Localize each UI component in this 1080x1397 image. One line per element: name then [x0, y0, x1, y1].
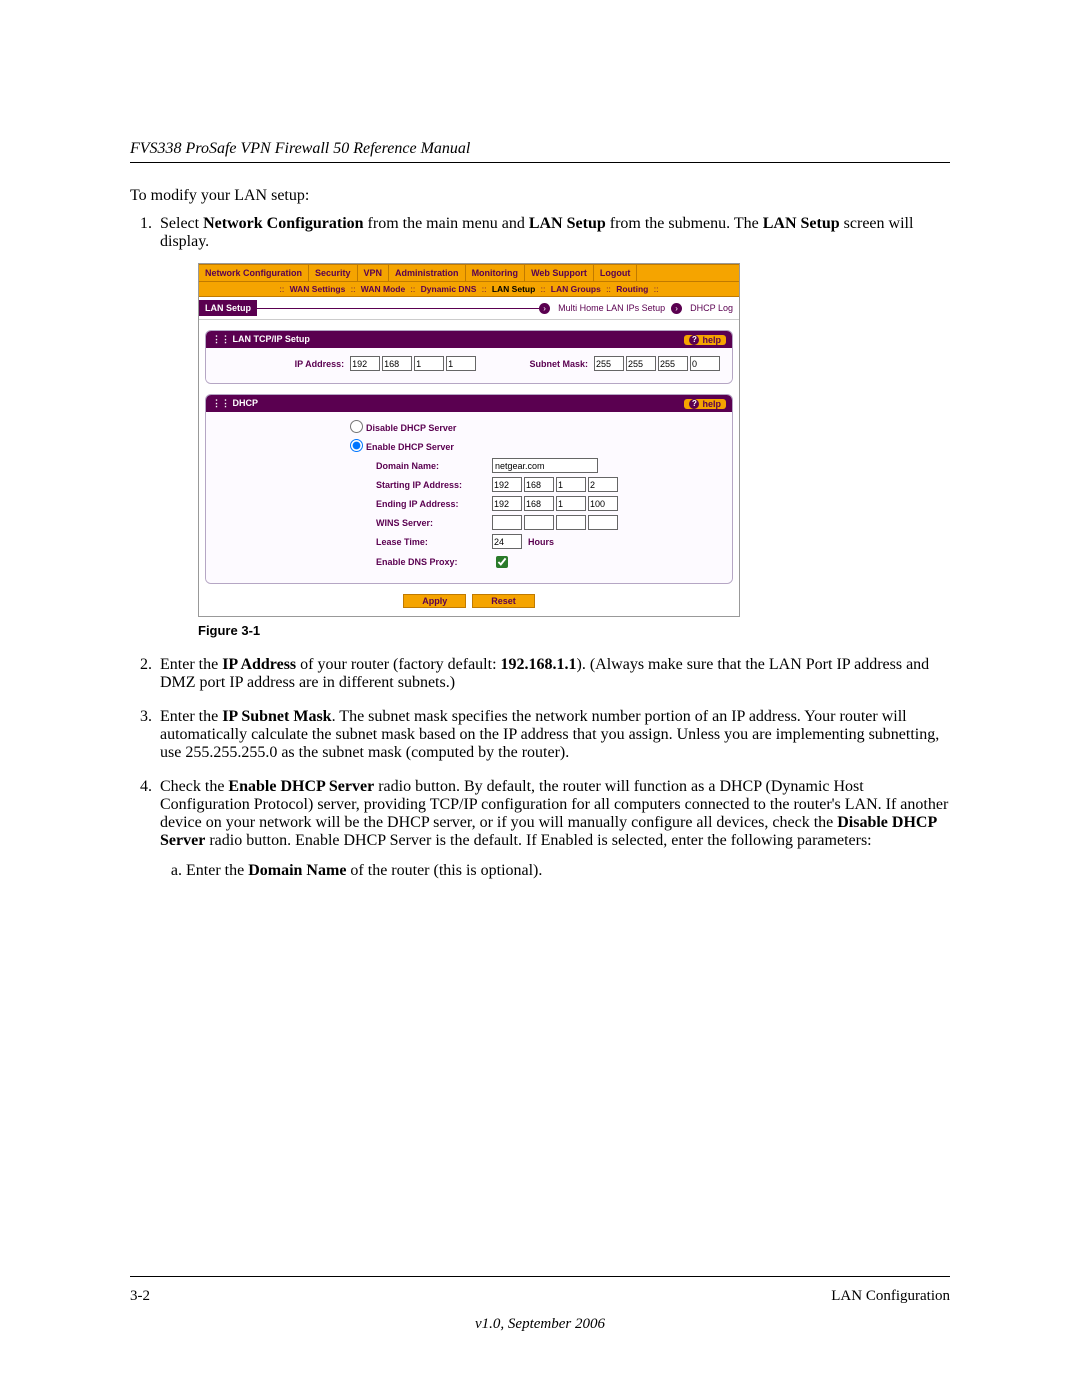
label-ip-address: IP Address:	[216, 359, 350, 369]
label-lease-time: Lease Time:	[376, 537, 492, 547]
submenu-lan-setup[interactable]: LAN Setup	[492, 284, 535, 294]
start-ip-4[interactable]	[588, 477, 618, 492]
input-lease-time[interactable]	[492, 534, 522, 549]
sub-menu: :: WAN Settings :: WAN Mode :: Dynamic D…	[199, 282, 739, 297]
label-wins: WINS Server:	[376, 518, 492, 528]
document-page: FVS338 ProSafe VPN Firewall 50 Reference…	[0, 0, 1080, 1397]
wins-3[interactable]	[556, 515, 586, 530]
start-ip-3[interactable]	[556, 477, 586, 492]
ip-octet-2[interactable]	[382, 356, 412, 371]
apply-button[interactable]: Apply	[403, 594, 466, 608]
submenu-routing[interactable]: Routing	[616, 284, 648, 294]
section-title: LAN Configuration	[831, 1288, 950, 1305]
panel-title: ⋮⋮ DHCP	[212, 398, 258, 409]
page-number: 3-2	[130, 1288, 150, 1305]
button-bar: Apply Reset	[205, 594, 733, 608]
ip-octet-1[interactable]	[350, 356, 380, 371]
toolbar: LAN Setup › Multi Home LAN IPs Setup › D…	[199, 297, 739, 320]
ip-octet-3[interactable]	[414, 356, 444, 371]
label-hours: Hours	[524, 537, 560, 547]
end-ip-1[interactable]	[492, 496, 522, 511]
mask-octet-3[interactable]	[658, 356, 688, 371]
start-ip-1[interactable]	[492, 477, 522, 492]
substep-list: Enter the Domain Name of the router (thi…	[160, 862, 950, 880]
step-4: Check the Enable DHCP Server radio butto…	[156, 778, 950, 880]
mainmenu-vpn[interactable]: VPN	[358, 265, 390, 281]
footer-version: v1.0, September 2006	[0, 1316, 1080, 1333]
arrow-icon: ›	[671, 303, 682, 314]
radio-disable-dhcp[interactable]	[350, 420, 363, 433]
radio-enable-dhcp[interactable]	[350, 439, 363, 452]
mask-octet-4[interactable]	[690, 356, 720, 371]
end-ip-2[interactable]	[524, 496, 554, 511]
figure-caption: Figure 3-1	[198, 623, 950, 638]
submenu-wan-settings[interactable]: WAN Settings	[290, 284, 346, 294]
help-button[interactable]: ?help	[684, 399, 726, 409]
mainmenu-security[interactable]: Security	[309, 265, 358, 281]
label-domain-name: Domain Name:	[376, 461, 492, 471]
mainmenu-logout[interactable]: Logout	[594, 265, 638, 281]
input-domain-name[interactable]	[492, 458, 598, 473]
panel-dhcp: ⋮⋮ DHCP ?help Disable DHCP Server Enable…	[205, 394, 733, 584]
main-menu: Network Configuration Security VPN Admin…	[199, 264, 739, 282]
link-dhcp-log[interactable]: DHCP Log	[690, 303, 733, 313]
mainmenu-monitoring[interactable]: Monitoring	[466, 265, 526, 281]
label-subnet-mask: Subnet Mask:	[478, 359, 594, 369]
wins-1[interactable]	[492, 515, 522, 530]
label-starting-ip: Starting IP Address:	[376, 480, 492, 490]
help-button[interactable]: ?help	[684, 335, 726, 345]
step-3: Enter the IP Subnet Mask. The subnet mas…	[156, 708, 950, 762]
mainmenu-administration[interactable]: Administration	[389, 265, 466, 281]
intro-text: To modify your LAN setup:	[130, 187, 950, 205]
lan-setup-screenshot: Network Configuration Security VPN Admin…	[198, 263, 740, 617]
header-rule	[130, 162, 950, 163]
submenu-dynamic-dns[interactable]: Dynamic DNS	[421, 284, 477, 294]
end-ip-3[interactable]	[556, 496, 586, 511]
arrow-icon: ›	[539, 303, 550, 314]
submenu-wan-mode[interactable]: WAN Mode	[361, 284, 405, 294]
footer: 3-2 LAN Configuration	[130, 1288, 950, 1305]
substep-a: Enter the Domain Name of the router (thi…	[186, 862, 950, 880]
submenu-lan-groups[interactable]: LAN Groups	[551, 284, 601, 294]
wins-4[interactable]	[588, 515, 618, 530]
page-tab-lan-setup: LAN Setup	[199, 300, 257, 316]
running-header: FVS338 ProSafe VPN Firewall 50 Reference…	[130, 140, 950, 158]
reset-button[interactable]: Reset	[472, 594, 535, 608]
link-multi-home-lan-ips[interactable]: Multi Home LAN IPs Setup	[558, 303, 665, 313]
wins-2[interactable]	[524, 515, 554, 530]
label-dns-proxy: Enable DNS Proxy:	[376, 557, 492, 567]
mainmenu-network-configuration[interactable]: Network Configuration	[199, 265, 309, 281]
instruction-list: Select Network Configuration from the ma…	[130, 215, 950, 880]
mask-octet-1[interactable]	[594, 356, 624, 371]
end-ip-4[interactable]	[588, 496, 618, 511]
mainmenu-web-support[interactable]: Web Support	[525, 265, 594, 281]
label-ending-ip: Ending IP Address:	[376, 499, 492, 509]
checkbox-dns-proxy[interactable]	[496, 556, 508, 568]
ip-octet-4[interactable]	[446, 356, 476, 371]
footer-rule	[130, 1276, 950, 1277]
panel-title: ⋮⋮ LAN TCP/IP Setup	[212, 334, 310, 345]
panel-lan-tcpip: ⋮⋮ LAN TCP/IP Setup ?help IP Address: Su…	[205, 330, 733, 384]
mask-octet-2[interactable]	[626, 356, 656, 371]
label-disable-dhcp: Disable DHCP Server	[366, 423, 462, 433]
step-1: Select Network Configuration from the ma…	[156, 215, 950, 638]
label-enable-dhcp: Enable DHCP Server	[366, 442, 460, 452]
start-ip-2[interactable]	[524, 477, 554, 492]
step-2: Enter the IP Address of your router (fac…	[156, 656, 950, 692]
